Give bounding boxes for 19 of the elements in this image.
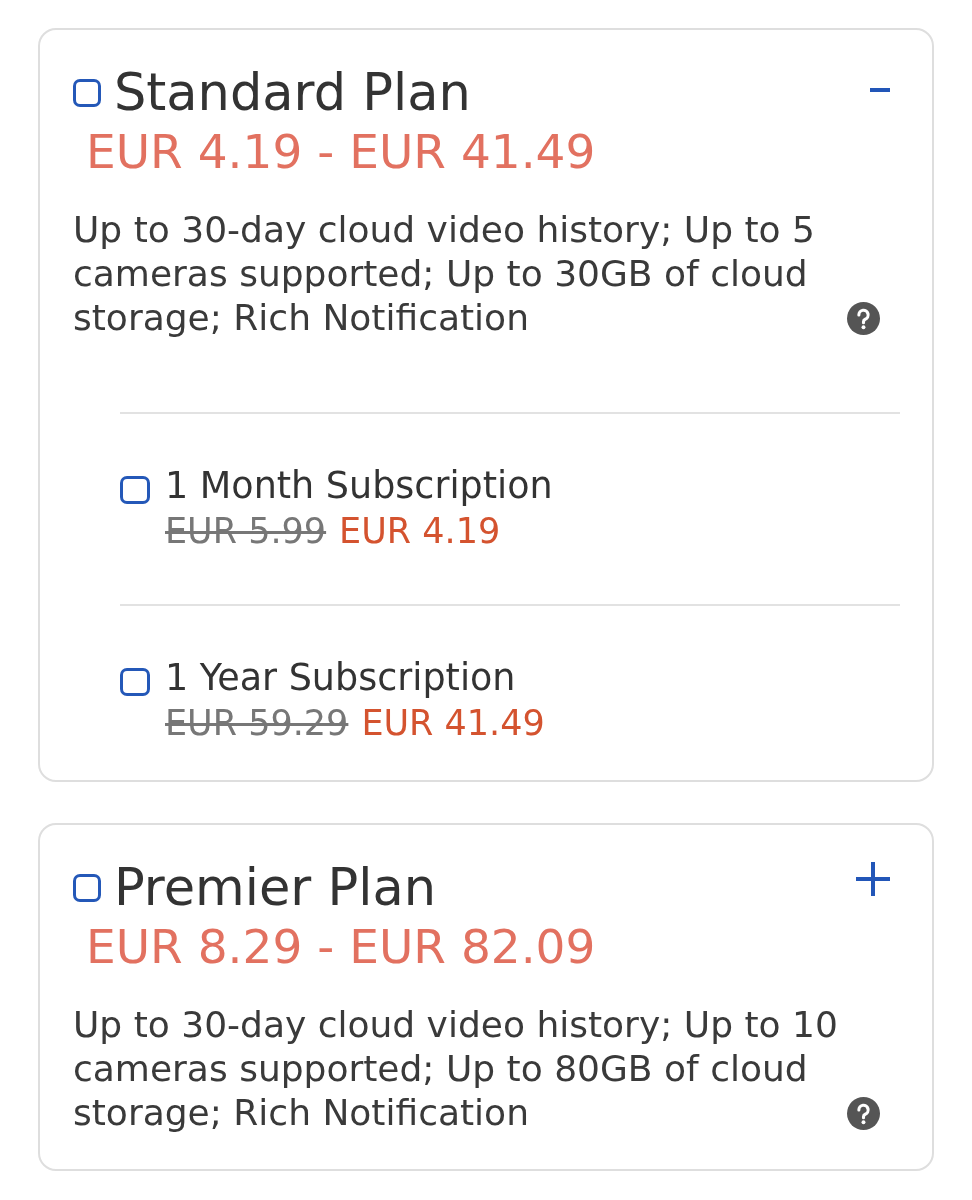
plan-title: Premier Plan xyxy=(114,860,436,916)
sale-price: EUR 41.49 xyxy=(361,702,545,745)
help-icon[interactable] xyxy=(847,1097,880,1130)
option-title: 1 Year Subscription xyxy=(165,655,517,701)
sale-price: EUR 4.19 xyxy=(339,510,501,553)
plan-description: Up to 30-day cloud video history; Up to 5 cameras supported; Up to 30GB of cloud storage; Rich Notification xyxy=(73,208,816,340)
checkbox[interactable] xyxy=(120,476,150,504)
price-range: EUR 8.29 - EUR 82.09 xyxy=(85,918,597,976)
price-range: EUR 4.19 - EUR 41.49 xyxy=(85,123,597,181)
original-price: EUR 59.29 xyxy=(165,702,349,745)
checkbox[interactable] xyxy=(73,874,101,902)
original-price: EUR 5.99 xyxy=(165,510,327,553)
option-title: 1 Month Subscription xyxy=(165,463,553,509)
plan-title: Standard Plan xyxy=(114,65,471,121)
checkbox[interactable] xyxy=(73,79,101,107)
checkbox[interactable] xyxy=(120,668,150,696)
expand-icon[interactable] xyxy=(856,862,890,896)
plan-description: Up to 30-day cloud video history; Up to 10 cameras supported; Up to 80GB of cloud storage; Rich Notification xyxy=(73,1003,839,1135)
help-icon[interactable] xyxy=(847,302,880,335)
